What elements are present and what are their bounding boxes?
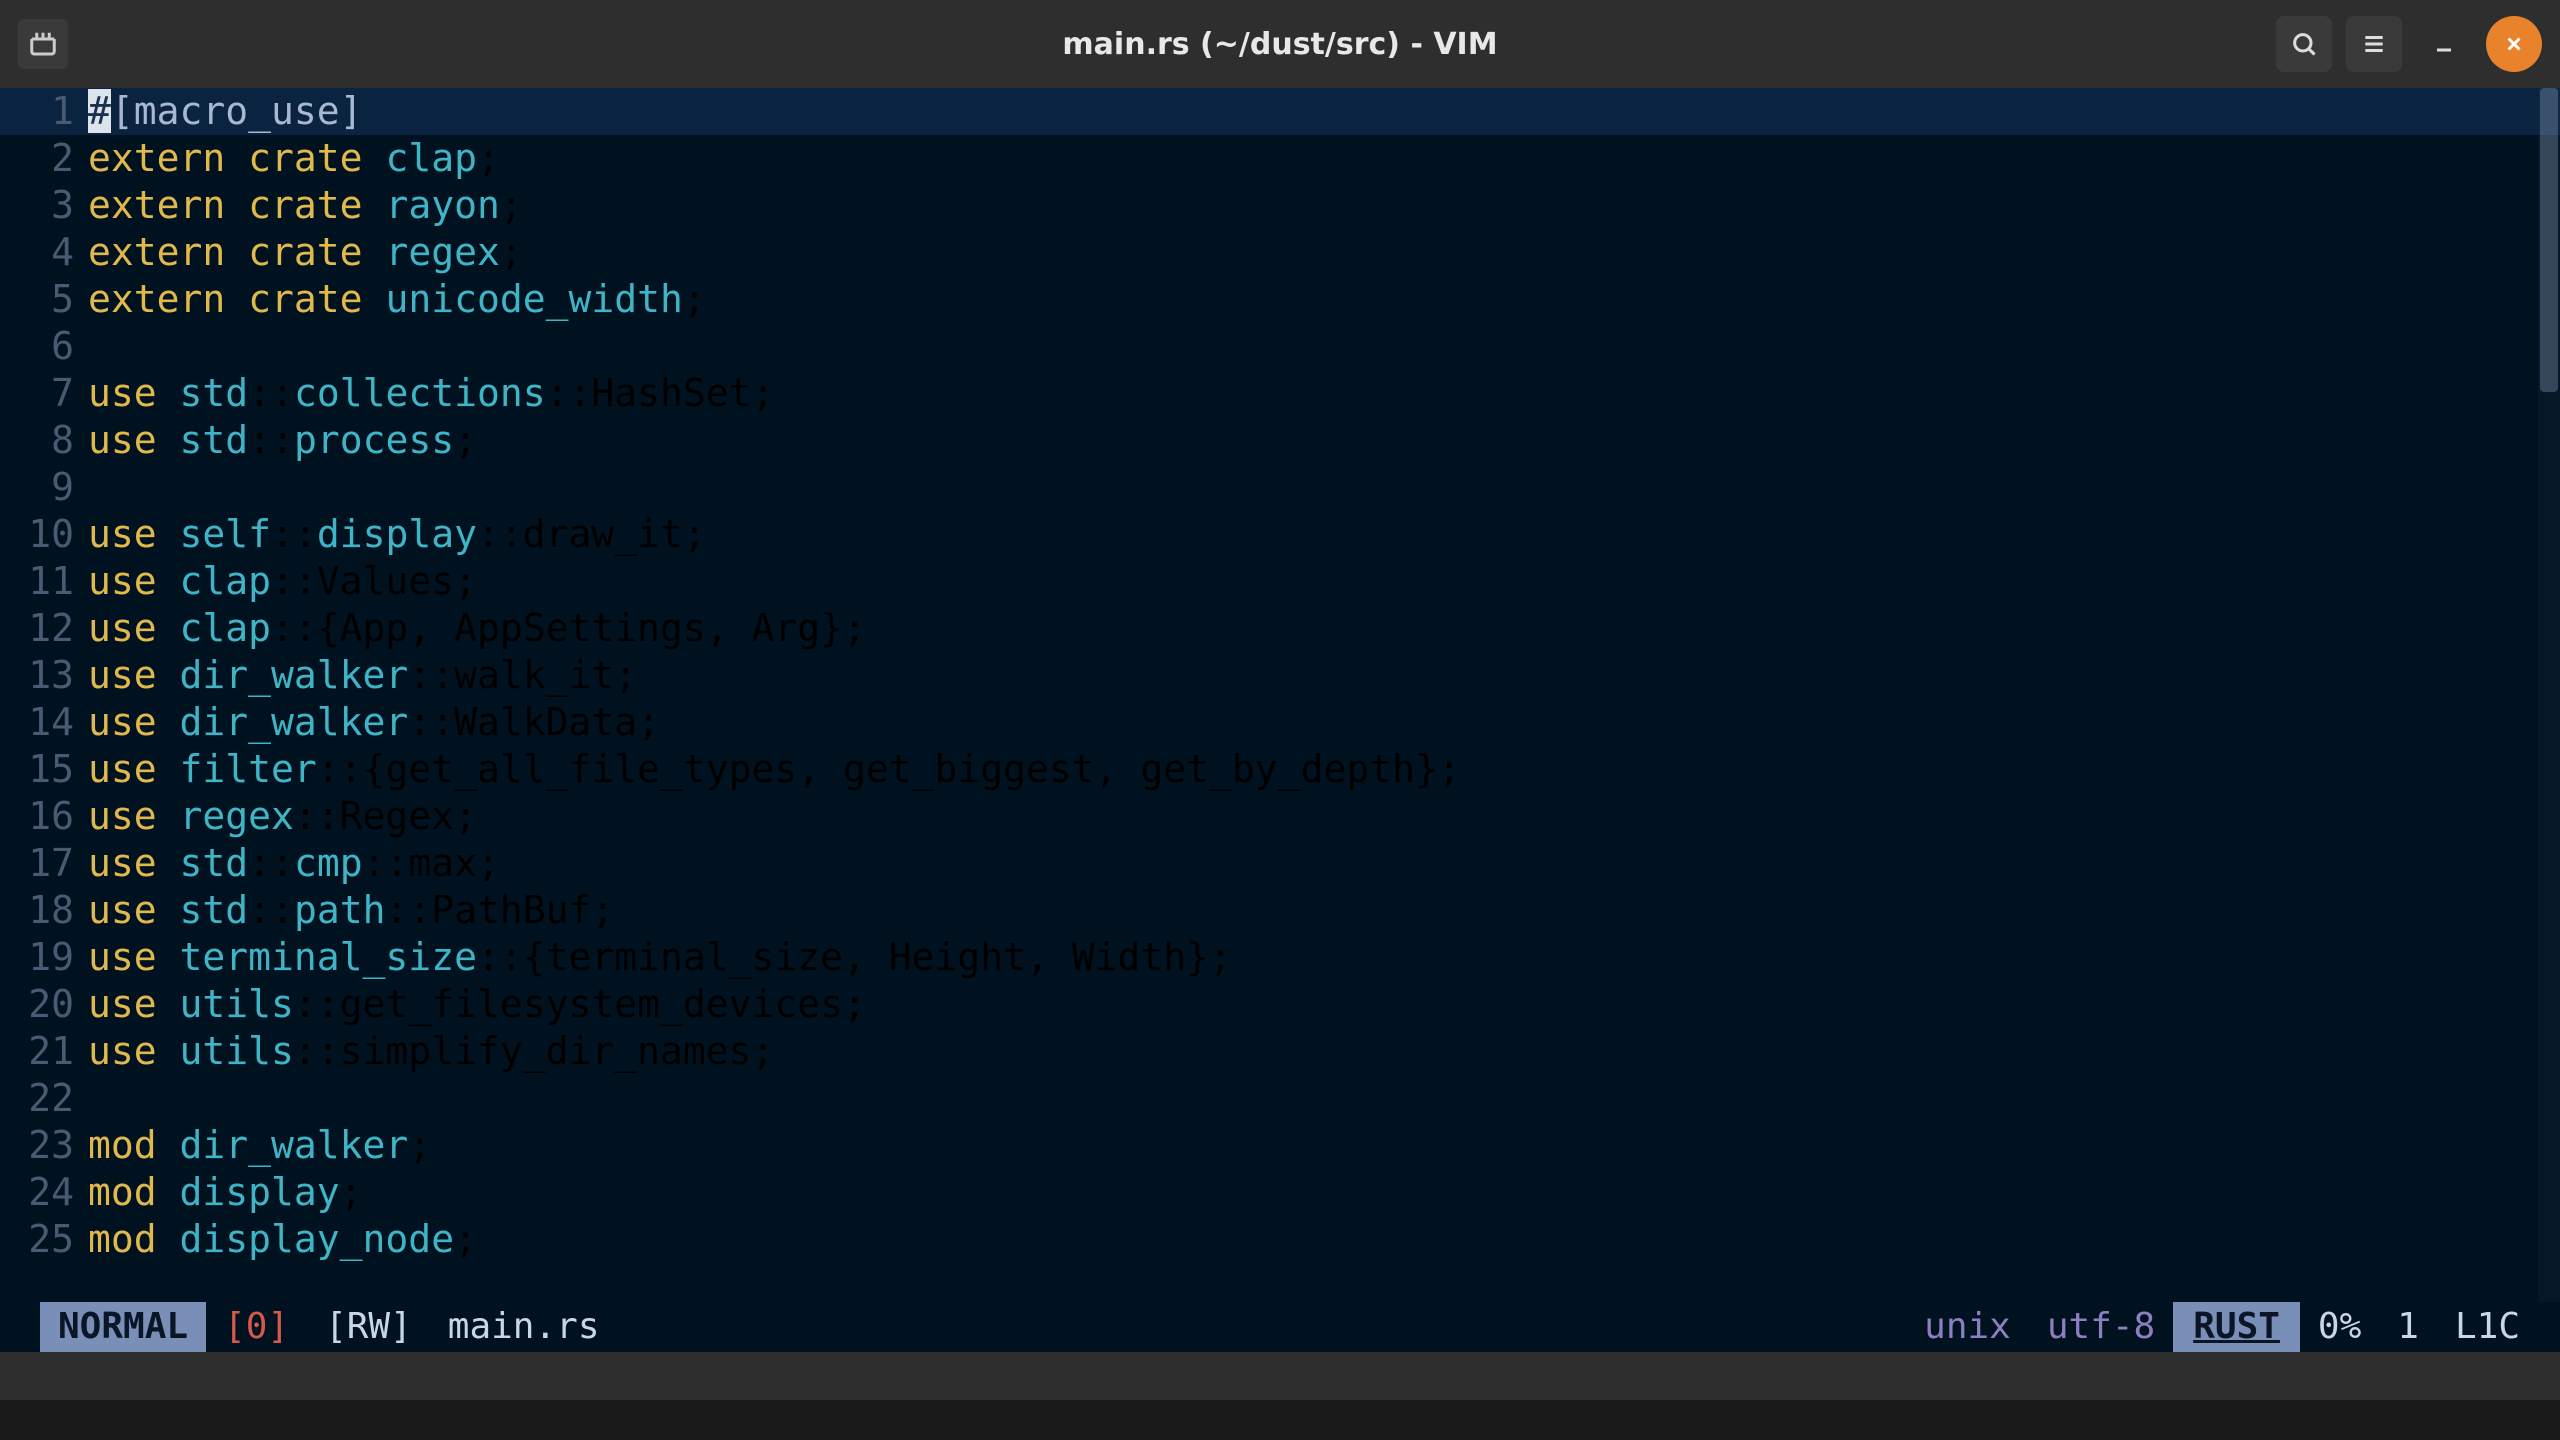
code-text: use terminal_size::{terminal_size, Heigh… bbox=[88, 934, 2560, 981]
line-number: 19 bbox=[0, 934, 88, 981]
code-text bbox=[88, 1075, 2560, 1122]
titlebar-right bbox=[2276, 16, 2542, 72]
code-text: use filter::{get_all_file_types, get_big… bbox=[88, 746, 2560, 793]
code-text: extern crate regex; bbox=[88, 229, 2560, 276]
code-line[interactable]: 8use std::process; bbox=[0, 417, 2560, 464]
code-text: use self::display::draw_it; bbox=[88, 511, 2560, 558]
line-number: 10 bbox=[0, 511, 88, 558]
line-number: 9 bbox=[0, 464, 88, 511]
hamburger-icon[interactable] bbox=[2346, 16, 2402, 72]
code-line[interactable]: 17use std::cmp::max; bbox=[0, 840, 2560, 887]
minimize-button[interactable] bbox=[2416, 16, 2472, 72]
code-text: use utils::get_filesystem_devices; bbox=[88, 981, 2560, 1028]
line-number: 14 bbox=[0, 699, 88, 746]
line-number: 5 bbox=[0, 276, 88, 323]
line-number: 11 bbox=[0, 558, 88, 605]
encoding: utf-8 bbox=[2029, 1302, 2173, 1352]
line-number: 24 bbox=[0, 1169, 88, 1216]
code-text: use std::path::PathBuf; bbox=[88, 887, 2560, 934]
line-number: 4 bbox=[0, 229, 88, 276]
filename: main.rs bbox=[430, 1302, 618, 1352]
code-line[interactable]: 7use std::collections::HashSet; bbox=[0, 370, 2560, 417]
line-number: 7 bbox=[0, 370, 88, 417]
code-text: #[macro_use] bbox=[88, 88, 2560, 135]
line-number: 21 bbox=[0, 1028, 88, 1075]
code-line[interactable]: 16use regex::Regex; bbox=[0, 793, 2560, 840]
search-icon[interactable] bbox=[2276, 16, 2332, 72]
code-text: mod display; bbox=[88, 1169, 2560, 1216]
code-line[interactable]: 14use dir_walker::WalkData; bbox=[0, 699, 2560, 746]
code-text: use clap::Values; bbox=[88, 558, 2560, 605]
line-number: 17 bbox=[0, 840, 88, 887]
code-text: mod dir_walker; bbox=[88, 1122, 2560, 1169]
vim-window: main.rs (~/dust/src) - VIM bbox=[0, 0, 2560, 1400]
status-line: NORMAL [0] [RW] main.rs unix utf-8 RUST … bbox=[0, 1302, 2560, 1352]
code-line[interactable]: 20use utils::get_filesystem_devices; bbox=[0, 981, 2560, 1028]
readwrite-flag: [RW] bbox=[307, 1302, 430, 1352]
code-text: use std::process; bbox=[88, 417, 2560, 464]
code-line[interactable]: 3extern crate rayon; bbox=[0, 182, 2560, 229]
editor[interactable]: 1#[macro_use]2extern crate clap;3extern … bbox=[0, 88, 2560, 1302]
scroll-percent: 0% bbox=[2300, 1302, 2379, 1352]
line-number: 1 bbox=[0, 88, 88, 135]
mode-indicator: NORMAL bbox=[40, 1302, 206, 1352]
code-text: use regex::Regex; bbox=[88, 793, 2560, 840]
close-button[interactable] bbox=[2486, 16, 2542, 72]
line-number: 3 bbox=[0, 182, 88, 229]
code-text: extern crate unicode_width; bbox=[88, 276, 2560, 323]
line-number: 2 bbox=[0, 135, 88, 182]
line-number: 22 bbox=[0, 1075, 88, 1122]
bottom-chrome bbox=[0, 1352, 2560, 1400]
code-text bbox=[88, 464, 2560, 511]
code-text: use std::cmp::max; bbox=[88, 840, 2560, 887]
code-line[interactable]: 22 bbox=[0, 1075, 2560, 1122]
code-text bbox=[88, 323, 2560, 370]
code-line[interactable]: 12use clap::{App, AppSettings, Arg}; bbox=[0, 605, 2560, 652]
line-number: 16 bbox=[0, 793, 88, 840]
code-line[interactable]: 13use dir_walker::walk_it; bbox=[0, 652, 2560, 699]
cursor-col: L1C bbox=[2437, 1302, 2538, 1352]
buffer-count: [0] bbox=[206, 1302, 307, 1352]
code-line[interactable]: 11use clap::Values; bbox=[0, 558, 2560, 605]
line-number: 6 bbox=[0, 323, 88, 370]
line-number: 12 bbox=[0, 605, 88, 652]
titlebar: main.rs (~/dust/src) - VIM bbox=[0, 0, 2560, 88]
code-line[interactable]: 4extern crate regex; bbox=[0, 229, 2560, 276]
code-line[interactable]: 19use terminal_size::{terminal_size, Hei… bbox=[0, 934, 2560, 981]
line-number: 20 bbox=[0, 981, 88, 1028]
code-line[interactable]: 24mod display; bbox=[0, 1169, 2560, 1216]
vertical-scrollbar[interactable] bbox=[2538, 88, 2560, 1302]
line-number: 23 bbox=[0, 1122, 88, 1169]
code-line[interactable]: 6 bbox=[0, 323, 2560, 370]
code-line[interactable]: 15use filter::{get_all_file_types, get_b… bbox=[0, 746, 2560, 793]
code-line[interactable]: 10use self::display::draw_it; bbox=[0, 511, 2560, 558]
code-line[interactable]: 21use utils::simplify_dir_names; bbox=[0, 1028, 2560, 1075]
line-number: 8 bbox=[0, 417, 88, 464]
line-number: 15 bbox=[0, 746, 88, 793]
code-line[interactable]: 25mod display_node; bbox=[0, 1216, 2560, 1263]
code-text: mod display_node; bbox=[88, 1216, 2560, 1263]
code-line[interactable]: 1#[macro_use] bbox=[0, 88, 2560, 135]
code-text: extern crate rayon; bbox=[88, 182, 2560, 229]
window-title: main.rs (~/dust/src) - VIM bbox=[1062, 27, 1497, 62]
code-text: use clap::{App, AppSettings, Arg}; bbox=[88, 605, 2560, 652]
line-number: 18 bbox=[0, 887, 88, 934]
code-text: use utils::simplify_dir_names; bbox=[88, 1028, 2560, 1075]
fileformat: unix bbox=[1906, 1302, 2029, 1352]
code-line[interactable]: 18use std::path::PathBuf; bbox=[0, 887, 2560, 934]
code-line[interactable]: 23mod dir_walker; bbox=[0, 1122, 2560, 1169]
code-text: extern crate clap; bbox=[88, 135, 2560, 182]
cursor-line: 1 bbox=[2379, 1302, 2437, 1352]
code-text: use dir_walker::WalkData; bbox=[88, 699, 2560, 746]
code-text: use dir_walker::walk_it; bbox=[88, 652, 2560, 699]
app-menu-icon[interactable] bbox=[18, 19, 68, 69]
line-number: 25 bbox=[0, 1216, 88, 1263]
code-line[interactable]: 5extern crate unicode_width; bbox=[0, 276, 2560, 323]
filetype: RUST bbox=[2173, 1302, 2300, 1352]
code-line[interactable]: 9 bbox=[0, 464, 2560, 511]
scrollbar-thumb[interactable] bbox=[2540, 88, 2558, 392]
line-number: 13 bbox=[0, 652, 88, 699]
code-text: use std::collections::HashSet; bbox=[88, 370, 2560, 417]
code-line[interactable]: 2extern crate clap; bbox=[0, 135, 2560, 182]
